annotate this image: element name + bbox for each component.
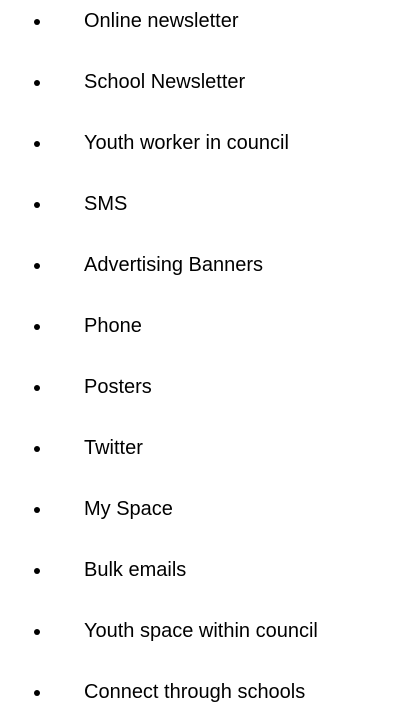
list-item: Twitter [0,436,403,460]
bullet-icon [34,141,40,147]
bullet-icon [34,263,40,269]
list-item-label: Phone [84,315,142,337]
bullet-icon [34,629,40,635]
list-item: My Space [0,497,403,521]
list-item-label: My Space [84,498,173,520]
bullet-icon [34,80,40,86]
list-item-label: Advertising Banners [84,254,263,276]
list-item: Phone [0,314,403,338]
list-item-label: Youth worker in council [84,132,289,154]
bullet-icon [34,690,40,696]
list-item: Posters [0,375,403,399]
list-item: Bulk emails [0,558,403,582]
list-item: Connect through schools [0,680,403,704]
list-item-label: Posters [84,376,152,398]
list-item: SMS [0,192,403,216]
list-item: Youth space within council [0,619,403,643]
list-item-label: SMS [84,193,128,215]
list-item: Online newsletter [0,9,403,33]
list-item-label: Youth space within council [84,620,318,642]
list-item: School Newsletter [0,70,403,94]
list-item-label: Twitter [84,437,143,459]
bullet-icon [34,202,40,208]
bullet-icon [34,446,40,452]
list-item-label: School Newsletter [84,71,246,93]
bullet-icon [34,324,40,330]
list-item-label: Online newsletter [84,10,239,32]
list-item-label: Connect through schools [84,681,306,703]
list-item: Advertising Banners [0,253,403,277]
bullet-icon [34,568,40,574]
list-item: Youth worker in council [0,131,403,155]
bullet-icon [34,507,40,513]
list-item-label: Bulk emails [84,559,187,581]
bullet-icon [34,19,40,25]
bullet-icon [34,385,40,391]
